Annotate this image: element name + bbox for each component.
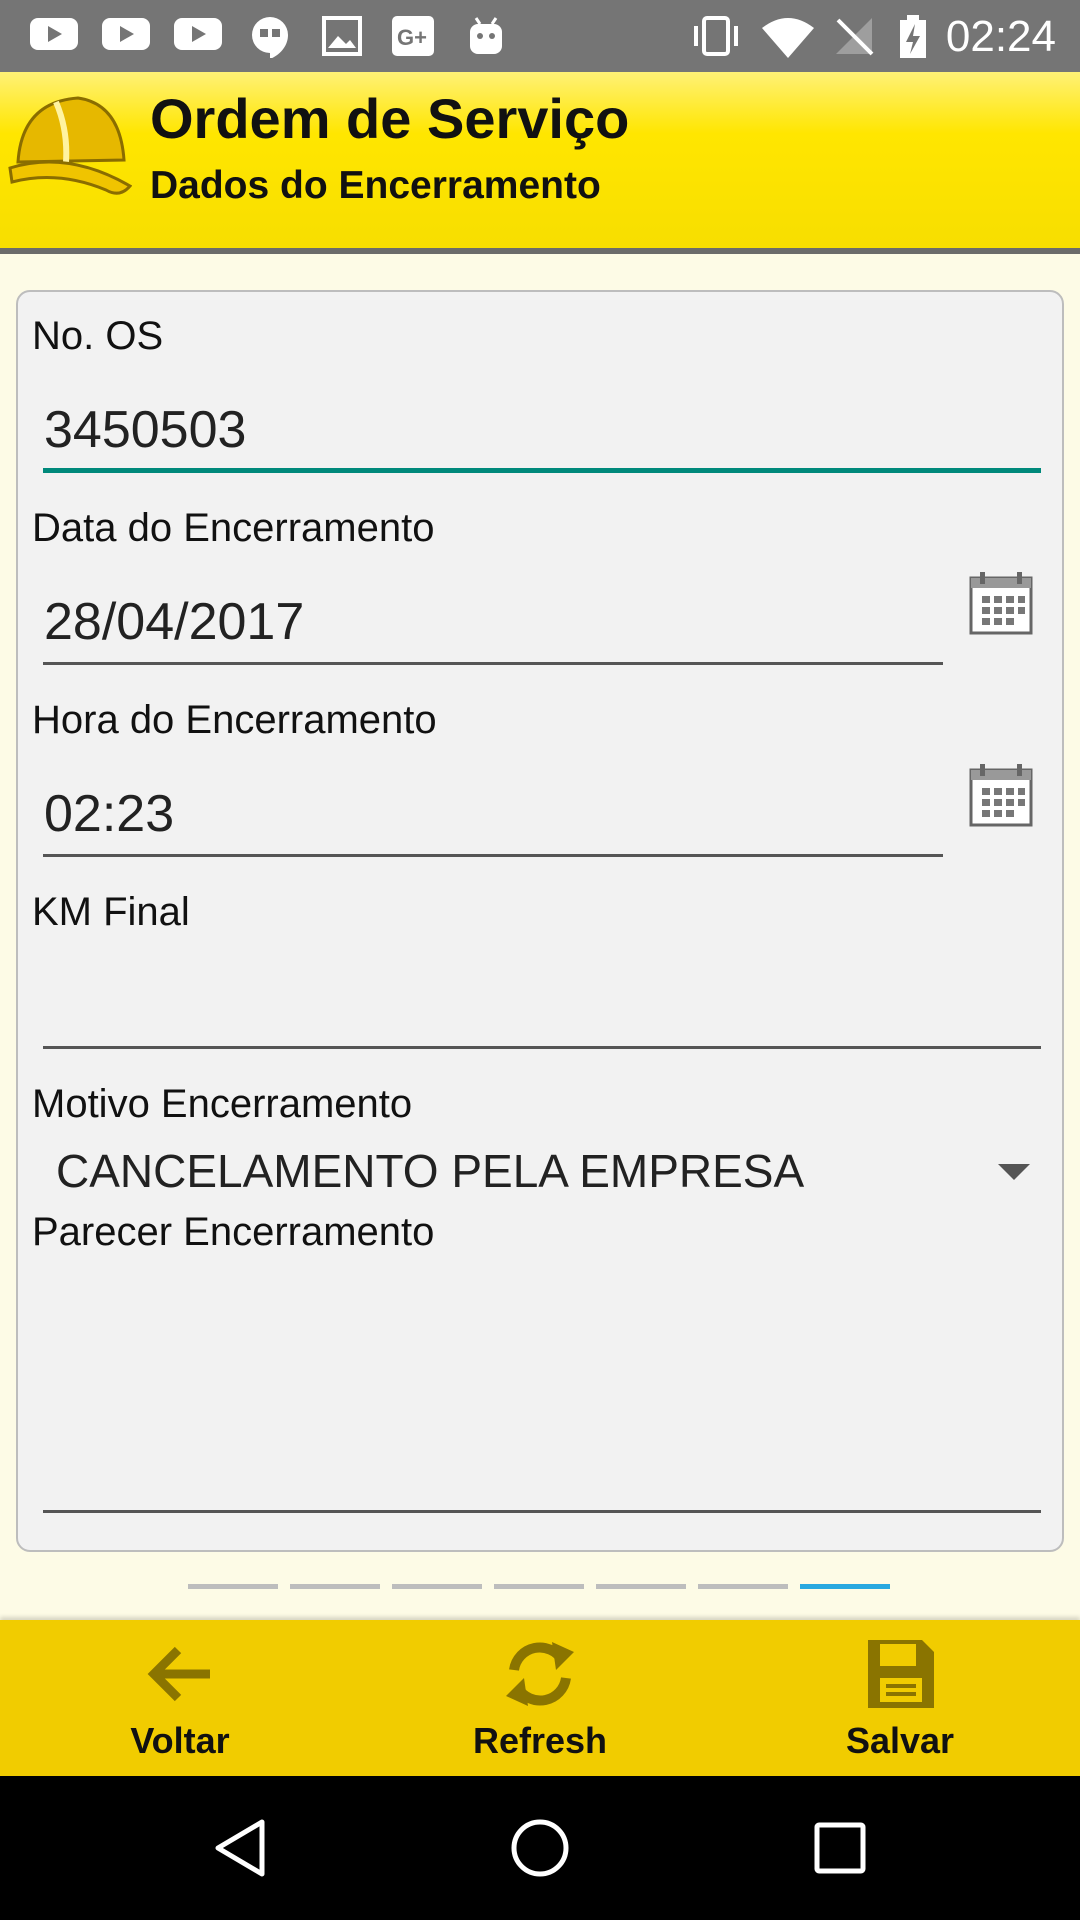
- system-nav-bar: [0, 1776, 1080, 1920]
- close-opinion-label: Parecer Encerramento: [32, 1210, 435, 1254]
- page-title: Ordem de Serviço: [150, 87, 630, 150]
- page-dot[interactable]: [596, 1584, 686, 1589]
- nav-recents-button[interactable]: [740, 1776, 940, 1920]
- android-icon: [470, 17, 502, 54]
- nav-home-button[interactable]: [440, 1776, 640, 1920]
- status-time: 02:24: [945, 12, 1056, 61]
- calendar-icon[interactable]: [968, 570, 1034, 636]
- nav-back-button[interactable]: [140, 1776, 340, 1920]
- bottom-toolbar: Voltar Refresh Salvar: [0, 1620, 1080, 1776]
- hangouts-icon: [252, 17, 288, 58]
- page-dot[interactable]: [392, 1584, 482, 1589]
- status-bar: G+ 02:24: [0, 0, 1080, 72]
- back-label: Voltar: [130, 1720, 230, 1761]
- page-indicator: [0, 1584, 1080, 1590]
- save-button[interactable]: Salvar: [720, 1620, 1080, 1776]
- app-header: Ordem de Serviço Dados do Encerramento: [0, 72, 1080, 254]
- nav-back-icon: [215, 1819, 265, 1877]
- svg-text:G+: G+: [397, 25, 427, 50]
- os-number-field[interactable]: 3450503: [44, 400, 246, 460]
- close-date-field[interactable]: 28/04/2017: [44, 592, 304, 652]
- youtube-icon: [102, 18, 150, 50]
- close-opinion-underline: [43, 1510, 1041, 1513]
- page-dot[interactable]: [494, 1584, 584, 1589]
- refresh-label: Refresh: [472, 1720, 608, 1761]
- google-plus-icon: G+: [392, 16, 434, 56]
- youtube-icon: [174, 18, 222, 50]
- save-label: Salvar: [845, 1720, 955, 1761]
- close-time-underline: [43, 854, 943, 857]
- km-final-underline: [43, 1046, 1041, 1049]
- page-subtitle: Dados do Encerramento: [150, 164, 601, 207]
- page-dot[interactable]: [290, 1584, 380, 1589]
- wifi-icon: [762, 18, 814, 58]
- vibrate-icon: [694, 16, 738, 56]
- clock-picker-icon[interactable]: [968, 762, 1034, 828]
- page-dot[interactable]: [698, 1584, 788, 1589]
- page-dot-active[interactable]: [800, 1584, 890, 1589]
- refresh-icon: [506, 1642, 574, 1706]
- close-reason-label: Motivo Encerramento: [32, 1082, 413, 1126]
- close-time-label: Hora do Encerramento: [32, 698, 437, 742]
- close-date-underline: [43, 662, 943, 665]
- close-time-field[interactable]: 02:23: [44, 784, 174, 844]
- close-reason-select[interactable]: CANCELAMENTO PELA EMPRESA: [56, 1144, 804, 1198]
- youtube-icon: [30, 18, 78, 50]
- helmet-icon: [8, 96, 132, 195]
- nav-recents-icon: [814, 1822, 866, 1874]
- chevron-down-icon[interactable]: [998, 1164, 1030, 1180]
- close-opinion-field[interactable]: [44, 1292, 1034, 1492]
- page-dot[interactable]: [188, 1584, 278, 1589]
- os-number-underline: [43, 468, 1041, 473]
- floppy-disk-icon: [868, 1640, 934, 1708]
- nav-home-icon: [511, 1819, 569, 1877]
- km-final-label: KM Final: [32, 890, 190, 934]
- os-number-label: No. OS: [32, 314, 164, 358]
- back-button[interactable]: Voltar: [0, 1620, 360, 1776]
- refresh-button[interactable]: Refresh: [360, 1620, 720, 1776]
- image-icon: [322, 16, 362, 56]
- battery-charging-icon: [900, 15, 926, 58]
- arrow-left-icon: [147, 1646, 210, 1702]
- close-date-label: Data do Encerramento: [32, 506, 435, 550]
- no-signal-icon: [836, 18, 874, 56]
- closing-form: No. OS 3450503 Data do Encerramento 28/0…: [16, 290, 1064, 1552]
